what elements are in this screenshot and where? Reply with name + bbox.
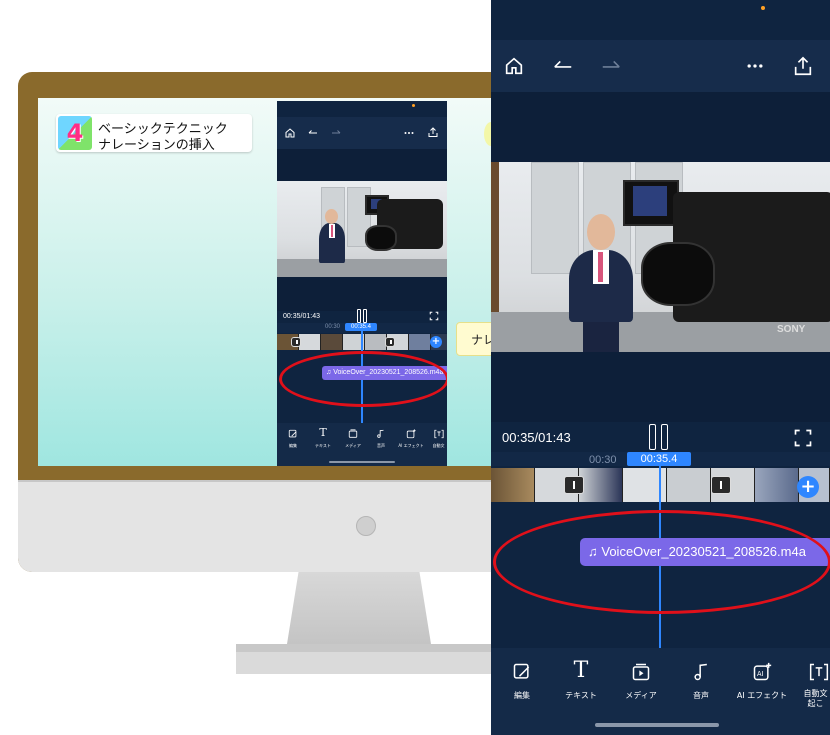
status-indicator-icon [412,104,415,107]
ai-effect-icon [406,429,416,439]
media-icon [348,429,358,438]
tool-label: 音声 [693,691,709,700]
tool-label: 音声 [377,443,385,448]
tool-label: メディア [625,691,657,700]
current-time-display: 00:35/01:43 [283,313,320,320]
current-time-display: 00:35/01:43 [502,430,571,445]
bottom-toolbar: 編集 T テキスト メディア 音声 AI エフェクト 自動文 [277,423,447,466]
home-icon[interactable] [503,55,525,77]
tool-label: メディア [345,443,361,448]
add-clip-icon[interactable]: + [430,336,442,348]
export-icon[interactable] [427,126,439,139]
slide-title-line2: ナレーションの挿入 [98,138,215,153]
tool-label: 起こ [807,699,824,708]
text-icon: T [573,658,589,683]
home-indicator [329,461,395,463]
home-icon[interactable] [284,127,296,139]
power-button-icon [356,516,376,536]
auto-caption-icon [809,663,829,681]
text-icon: T [319,426,327,439]
audio-icon [377,429,384,438]
more-icon[interactable] [403,127,415,139]
export-icon[interactable] [792,54,814,78]
home-indicator [595,723,719,727]
tool-label: 編集 [289,443,297,448]
edit-icon [288,429,297,438]
tool-label: AI エフェクト [736,691,788,700]
tool-label: AI エフェクト [398,443,424,448]
more-icon[interactable] [745,56,765,76]
tool-label: テキスト [565,691,597,700]
ruler-tick-label: 00:30 [325,324,341,330]
phone-screen: SONY 00:35/01:43 00:30 00:35.4 + ♫ Voice… [491,0,830,735]
tool-label: 自動文 [432,443,445,448]
bottom-toolbar: 編集 T テキスト メディア 音声 AI AI エフェクト 自動文 起こ [491,648,830,735]
monitor-chin [18,482,508,572]
audio-icon [694,663,707,681]
add-clip-icon[interactable]: + [797,476,819,498]
ai-effect-icon: AI [753,662,772,681]
ruler-tick-label: 00:30 [589,454,617,466]
edit-icon [513,663,530,679]
redo-icon[interactable] [330,127,342,139]
media-icon [632,663,650,681]
top-toolbar [491,40,830,92]
undo-icon[interactable] [307,127,319,139]
small-phone-screen: 00:35/01:43 00:30 00:35.4 + ♫ VoiceOver_… [277,101,447,466]
status-indicator-icon [761,6,765,10]
top-toolbar [277,117,447,149]
tool-label: 編集 [514,691,530,700]
pause-button[interactable] [357,309,367,323]
video-preview[interactable] [277,181,447,277]
monitor-stand-neck [287,572,431,644]
highlight-ellipse [279,351,447,407]
fullscreen-icon[interactable] [429,311,439,321]
redo-icon[interactable] [599,55,623,77]
highlight-ellipse [493,510,830,614]
auto-caption-icon [434,429,444,439]
monitor-stand-base [236,644,492,674]
fullscreen-icon[interactable] [793,428,813,448]
video-preview[interactable]: SONY [491,162,830,352]
step-number-badge: 4 [58,116,92,150]
tool-label: テキスト [315,443,331,448]
undo-icon[interactable] [551,55,575,77]
svg-text:AI: AI [757,670,764,678]
pause-button[interactable] [649,424,671,450]
